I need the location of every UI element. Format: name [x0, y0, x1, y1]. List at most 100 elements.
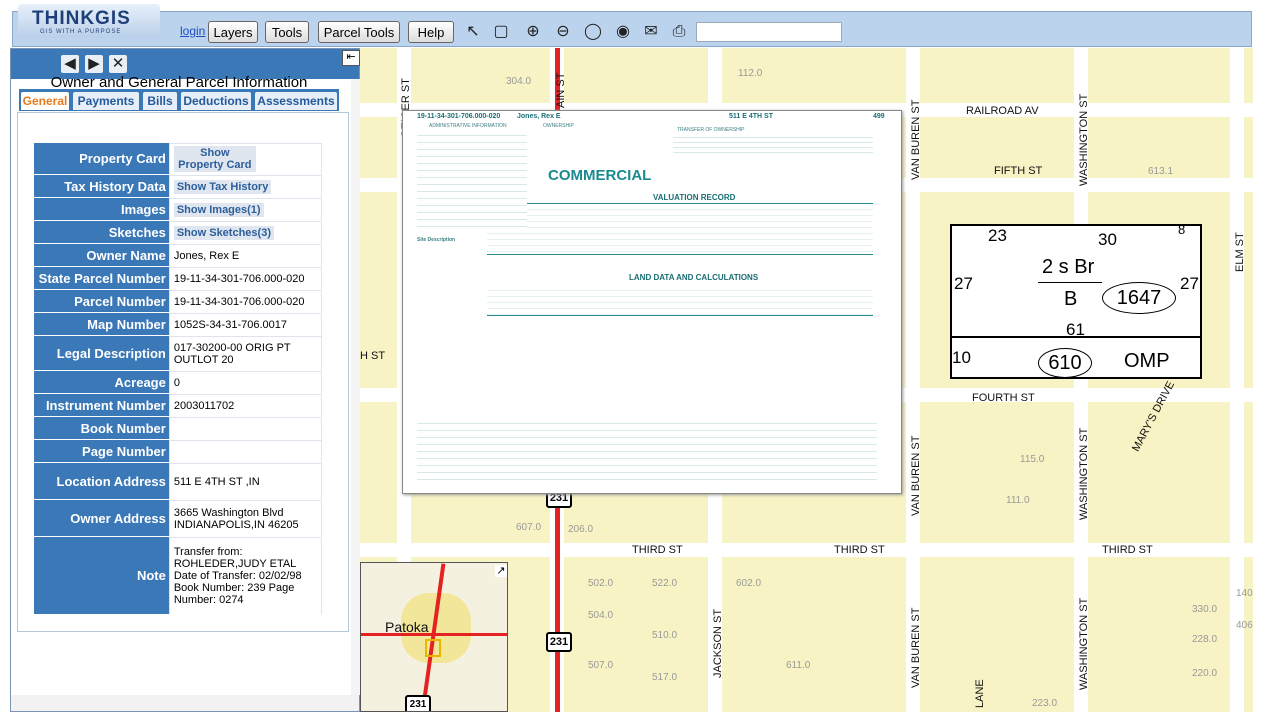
zoom-extent-icon[interactable]: ◯: [582, 22, 604, 42]
parcel-tools-button[interactable]: Parcel Tools: [318, 21, 400, 43]
row-label: Location Address: [34, 463, 169, 500]
table-row: Owner Name Jones, Rex E: [34, 244, 322, 267]
row-label: Map Number: [34, 313, 169, 336]
print-icon[interactable]: ⎙: [668, 22, 690, 42]
table-row: Note Transfer from: ROHLEDER,JUDY ETAL D…: [34, 537, 322, 615]
overview-inset-map[interactable]: Patoka 231 ↗: [360, 562, 508, 712]
inset-cross-road: [361, 633, 507, 636]
sketch-dim-23: 23: [988, 226, 1007, 245]
table-row: Images Show Images(1): [34, 198, 322, 221]
parcel-label: 228.0: [1192, 634, 1218, 645]
row-label: Sketches: [34, 221, 169, 244]
row-value: Show Property Card: [168, 143, 322, 175]
tab-general[interactable]: General: [21, 92, 69, 110]
select-icon[interactable]: ▢: [490, 22, 512, 42]
table-row: Instrument Number 2003011702: [34, 394, 322, 417]
tab-bills[interactable]: Bills: [143, 92, 177, 110]
row-label: Tax History Data: [34, 175, 169, 198]
zoom-in-icon[interactable]: ⊕: [522, 22, 544, 42]
street-elm-label: ELM ST: [1234, 232, 1246, 272]
sketch-label-omp: OMP: [1124, 350, 1170, 372]
zoom-out-icon[interactable]: ⊖: [552, 22, 574, 42]
pointer-icon[interactable]: ↖: [462, 22, 484, 42]
tab-deductions[interactable]: Deductions: [181, 92, 251, 110]
collapse-panel-icon[interactable]: ⇤: [342, 50, 360, 66]
expand-icon[interactable]: ↗: [495, 565, 507, 577]
sketch-area-1647: 1647: [1102, 282, 1176, 314]
street-washington-label-3: WASHINGTON ST: [1078, 597, 1090, 690]
parcel-label: 613.1: [1148, 166, 1174, 177]
street-h-label: H ST: [360, 350, 386, 362]
street-third-label: THIRD ST: [632, 544, 683, 556]
state-parcel-number-value: 19-11-34-301-706.000-020: [168, 267, 322, 290]
street-van-buren-label-3: VAN BUREN ST: [910, 607, 922, 688]
parcel-label: 112.0: [738, 68, 763, 79]
help-button[interactable]: Help: [408, 21, 454, 43]
doc-ownership-header: OWNERSHIP: [543, 123, 574, 129]
street-railroad-label: RAILROAD AV: [966, 105, 1039, 117]
row-label: Owner Address: [34, 500, 169, 537]
location-address-value: 511 E 4TH ST ,IN: [168, 463, 322, 500]
street-van-buren-label: VAN BUREN ST: [910, 99, 922, 180]
parcel-label: 1404: [1236, 588, 1253, 599]
sketch-dim-10: 10: [952, 348, 971, 367]
owner-name-value: Jones, Rex E: [168, 244, 322, 267]
layers-button[interactable]: Layers: [208, 21, 258, 43]
tools-button[interactable]: Tools: [265, 21, 309, 43]
table-row: Sketches Show Sketches(3): [34, 221, 322, 244]
back-arrow-icon[interactable]: ◀: [61, 55, 79, 73]
zoom-full-icon[interactable]: ◉: [612, 22, 634, 42]
inset-town-label: Patoka: [385, 619, 429, 635]
tab-payments[interactable]: Payments: [73, 92, 139, 110]
parcel-label: 602.0: [736, 578, 762, 589]
inset-view-box: [425, 639, 441, 657]
legal-description-value: 017-30200-00 ORIG PT OUTLOT 20: [168, 336, 322, 371]
thinkgis-logo: THINKGIS GIS WITH A PURPOSE: [18, 4, 160, 38]
doc-transfer-block: [673, 133, 873, 157]
logo-tagline: GIS WITH A PURPOSE: [40, 29, 122, 35]
sketch-label-b: B: [1064, 288, 1078, 310]
row-label: Acreage: [34, 371, 169, 394]
row-label: State Parcel Number: [34, 267, 169, 290]
street-washington-label-2: WASHINGTON ST: [1078, 427, 1090, 520]
table-row: Parcel Number 19-11-34-301-706.000-020: [34, 290, 322, 313]
acreage-value: 0: [168, 371, 322, 394]
search-input[interactable]: [696, 22, 842, 42]
parcel-label: 111.0: [1006, 495, 1030, 506]
email-icon[interactable]: ✉: [640, 22, 662, 42]
logo-text: THINKGIS: [32, 8, 131, 29]
sketch-dim-30: 30: [1098, 230, 1117, 249]
street-fourth-label: FOURTH ST: [972, 392, 1035, 404]
table-row: Tax History Data Show Tax History: [34, 175, 322, 198]
note-value: Transfer from: ROHLEDER,JUDY ETAL Date o…: [168, 537, 322, 615]
parcel-number-value: 19-11-34-301-706.000-020: [168, 290, 322, 313]
doc-footer-block: [417, 417, 877, 483]
row-label: Note: [34, 537, 169, 615]
doc-address: 511 E 4TH ST: [729, 113, 773, 120]
show-property-card-button[interactable]: Show Property Card: [173, 146, 256, 172]
tab-assessments[interactable]: Assessments: [255, 92, 337, 110]
forward-arrow-icon[interactable]: ▶: [85, 55, 103, 73]
page-number-value: [168, 440, 322, 463]
owner-address-value: 3665 Washington Blvd INDIANAPOLIS,IN 462…: [168, 500, 322, 537]
doc-owner: Jones, Rex E: [517, 113, 561, 120]
doc-land-table: [487, 285, 873, 316]
map-number-value: 1052S-34-31-706.0017: [168, 313, 322, 336]
table-row: Book Number: [34, 417, 322, 440]
show-tax-history-button[interactable]: Show Tax History: [173, 179, 272, 194]
table-row: Owner Address 3665 Washington Blvd INDIA…: [34, 500, 322, 537]
parcel-label: 304.0: [506, 76, 532, 87]
parcel-label: 510.0: [652, 630, 678, 641]
doc-valuation-table: [487, 203, 873, 255]
sketch-dim-61: 61: [1066, 320, 1085, 339]
show-images-button[interactable]: Show Images(1): [173, 202, 264, 217]
close-icon[interactable]: ✕: [109, 55, 127, 73]
doc-admin-block: [417, 129, 527, 229]
row-label: Instrument Number: [34, 394, 169, 417]
sketch-dim-27: 27: [954, 274, 973, 293]
street-washington-label: WASHINGTON ST: [1078, 93, 1090, 186]
table-row: Map Number 1052S-34-31-706.0017: [34, 313, 322, 336]
login-link[interactable]: login: [180, 24, 205, 38]
panel-horizontal-scrollbar[interactable]: [11, 695, 359, 711]
show-sketches-button[interactable]: Show Sketches(3): [173, 225, 274, 240]
